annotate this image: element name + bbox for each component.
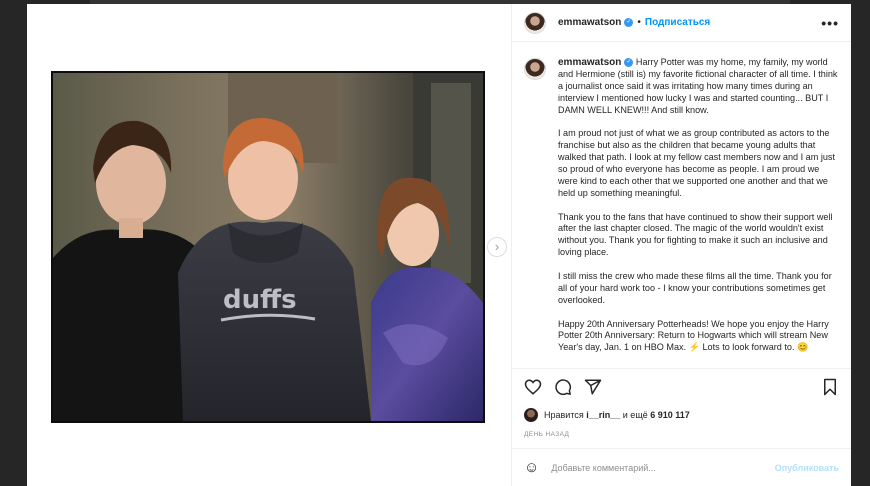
likes-count[interactable]: 6 910 117 — [650, 410, 690, 420]
likes-row: Нравится i__rin__ и ещё 6 910 117 — [512, 404, 851, 426]
heart-icon[interactable] — [524, 378, 542, 396]
post-sidebar: emmawatson ✓ • Подписаться ••• emmawatso… — [511, 4, 851, 486]
emoji-icon[interactable]: ☺ — [524, 459, 539, 476]
caption-paragraph-4: I still miss the crew who made these fil… — [558, 270, 832, 305]
caption-paragraph-1: emmawatson ✓ Harry Potter was my home, my… — [558, 57, 839, 117]
caption-avatar[interactable] — [524, 58, 546, 80]
likes-prefix: Нравится — [544, 410, 584, 420]
verified-icon: ✓ — [624, 18, 634, 27]
verified-icon: ✓ — [624, 58, 634, 68]
post-modal: duffs › emmawatson ✓ • Подписаться ••• e… — [27, 4, 851, 486]
comment-input[interactable] — [551, 462, 775, 473]
caption-username[interactable]: emmawatson — [558, 57, 621, 68]
photo-image: duffs — [53, 73, 483, 421]
comment-icon[interactable] — [554, 378, 572, 396]
liker-username[interactable]: i__rin__ — [586, 410, 620, 420]
caption-paragraph-3: Thank you to the fans that have continue… — [558, 211, 833, 258]
post-header: emmawatson ✓ • Подписаться ••• — [512, 4, 851, 42]
likes-middle: и ещё — [622, 410, 648, 420]
caption-text: emmawatson ✓ Harry Potter was my home, my… — [558, 57, 839, 362]
post-photo[interactable]: duffs — [51, 71, 485, 423]
publish-button[interactable]: Опубликовать — [775, 463, 839, 473]
share-icon[interactable] — [584, 378, 602, 396]
caption-area: emmawatson ✓ Harry Potter was my home, my… — [512, 42, 851, 368]
caption-paragraph-2: I am proud not just of what we as group … — [558, 128, 835, 198]
next-photo-arrow-icon[interactable]: › — [487, 237, 507, 257]
comment-box: ☺ Опубликовать — [512, 448, 851, 486]
author-username[interactable]: emmawatson — [558, 17, 621, 28]
author-avatar[interactable] — [524, 11, 546, 34]
bookmark-icon[interactable] — [821, 378, 839, 396]
caption-paragraph-5: Happy 20th Anniversary Potterheads! We h… — [558, 318, 829, 353]
hoodie-logo-text: duffs — [223, 285, 297, 315]
post-media: duffs › — [27, 4, 511, 486]
action-bar — [512, 368, 851, 404]
more-options-icon[interactable]: ••• — [821, 15, 839, 31]
separator-dot: • — [637, 17, 641, 28]
post-timestamp[interactable]: ДЕНЬ НАЗАД — [512, 426, 851, 442]
liker-avatar[interactable] — [524, 408, 538, 422]
follow-button[interactable]: Подписаться — [645, 17, 710, 28]
